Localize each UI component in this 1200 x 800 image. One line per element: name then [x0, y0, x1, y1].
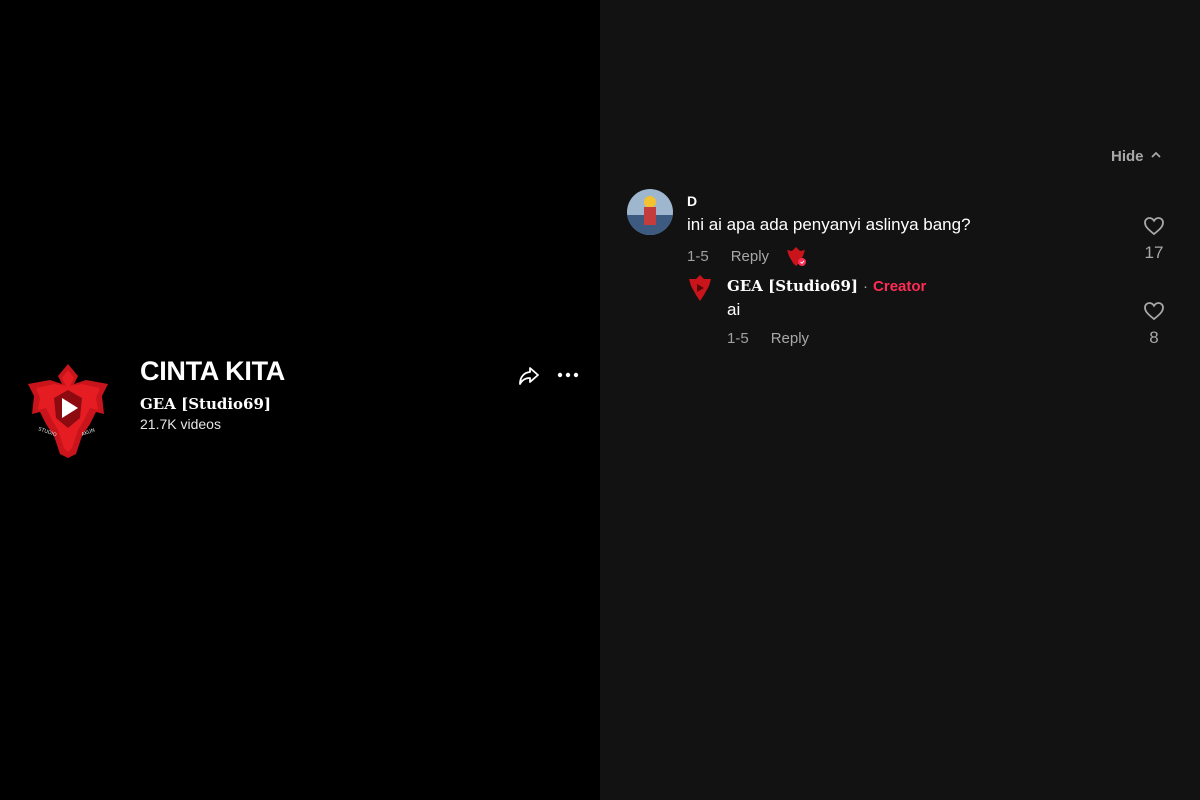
heart-icon: [1144, 302, 1164, 321]
share-icon[interactable]: [517, 363, 541, 387]
creator-badge: Creator: [873, 277, 927, 295]
sound-author-link[interactable]: GEA [Studio69]: [140, 395, 271, 413]
comment-text: ini ai apa ada penyanyi aslinya bang?: [687, 215, 971, 234]
gea-studio-logo-icon[interactable]: STUDIO AKUN: [24, 362, 112, 458]
heart-icon: [1144, 217, 1164, 236]
comment-meta: 1-5 Reply: [687, 245, 807, 267]
reply-meta: 1-5 Reply: [727, 330, 809, 347]
more-horizontal-icon[interactable]: [555, 363, 581, 387]
separator: ·: [863, 277, 869, 295]
video-count: 21.7K videos: [140, 416, 221, 432]
sound-header-panel: STUDIO AKUN CINTA KITA GEA [Studio69] 21…: [0, 0, 600, 800]
hide-label: Hide: [1111, 148, 1144, 165]
comment-username[interactable]: D: [687, 193, 697, 209]
avatar[interactable]: [627, 189, 673, 235]
reply-button[interactable]: Reply: [771, 330, 809, 347]
reply-user-line: GEA [Studio69] · Creator: [727, 277, 926, 295]
reply-text: ai: [727, 300, 741, 319]
sound-title: CINTA KITA: [140, 356, 285, 386]
hide-replies-button[interactable]: Hide: [1111, 148, 1162, 165]
avatar[interactable]: [687, 274, 713, 302]
like-button[interactable]: 8: [1139, 301, 1169, 348]
like-count: 17: [1144, 243, 1164, 262]
liked-by-creator-icon: [785, 245, 807, 267]
comment-date: 1-5: [687, 247, 709, 265]
reply-username[interactable]: GEA [Studio69]: [727, 277, 858, 295]
chevron-up-icon: [1150, 148, 1162, 165]
reply-button[interactable]: Reply: [731, 248, 769, 265]
comments-panel: [600, 0, 1200, 800]
like-count: 8: [1149, 328, 1159, 347]
like-button[interactable]: 17: [1139, 216, 1169, 263]
reply-date: 1-5: [727, 330, 749, 347]
